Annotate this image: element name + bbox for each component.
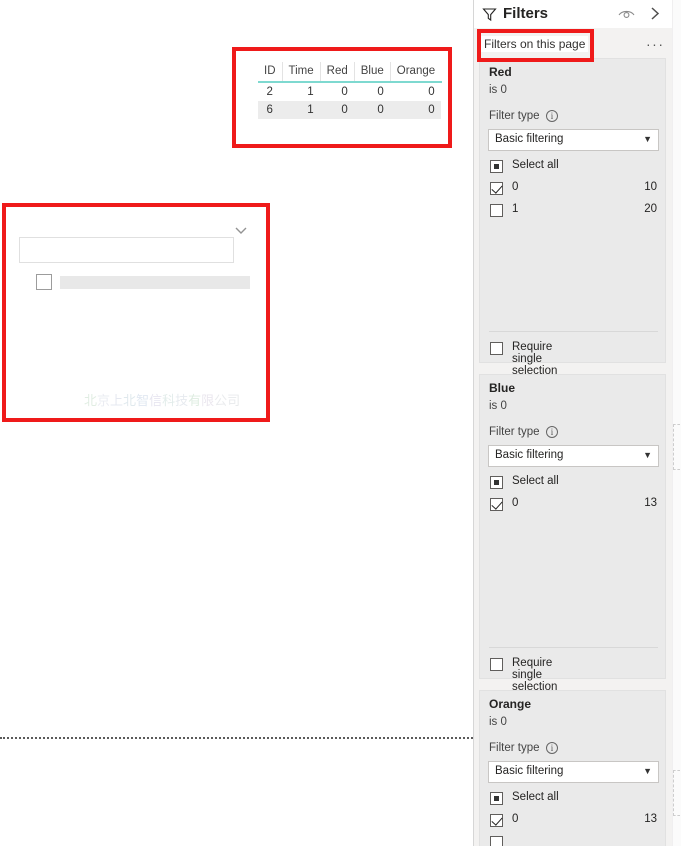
cell-id: 6 [258, 101, 282, 119]
filter-value-row[interactable]: 0 13 [488, 812, 659, 832]
require-single-selection-checkbox[interactable] [490, 342, 503, 355]
chevron-down-icon: ▼ [643, 450, 652, 460]
chevron-down-icon: ▼ [643, 766, 652, 776]
adjacent-card-outline [673, 424, 680, 470]
filters-scroll-area: Red is 0 Filter type i Basic filtering ▼… [474, 58, 681, 846]
select-all-label: Select all [512, 475, 559, 487]
filters-pane-header: Filters [474, 0, 681, 28]
filter-value-label: 0 [512, 497, 519, 509]
filter-value-label: 0 [512, 813, 519, 825]
cell-blue: 0 [377, 86, 384, 98]
filter-value-checkbox[interactable] [490, 498, 503, 511]
report-canvas: ID Time Red Blue Orange 2 1 0 0 0 6 1 0 … [0, 0, 473, 846]
filter-value-count: 13 [644, 813, 657, 825]
filter-value-count: 13 [644, 497, 657, 509]
filter-type-value: Basic filtering [495, 133, 564, 145]
more-options-icon[interactable]: ··· [646, 36, 665, 52]
cell-time: 1 [307, 86, 314, 98]
card-divider [489, 647, 658, 648]
table-row[interactable]: 2 1 0 0 0 [258, 82, 441, 101]
select-all-checkbox[interactable] [490, 792, 503, 805]
filter-condition: is 0 [489, 84, 507, 96]
info-icon[interactable]: i [546, 742, 558, 754]
chevron-down-icon: ▼ [643, 134, 652, 144]
adjacent-pane-edge [673, 0, 681, 846]
cell-orange: 0 [428, 86, 435, 98]
filter-type-label: Filter type [489, 742, 540, 754]
filters-pane: Filters Filters on this page ··· Red is … [473, 0, 681, 846]
filter-condition: is 0 [489, 400, 507, 412]
card-divider [489, 331, 658, 332]
filter-type-dropdown[interactable]: Basic filtering ▼ [488, 761, 659, 783]
cell-red: 0 [320, 101, 355, 119]
filter-field-name: Orange [489, 697, 532, 711]
select-all-label: Select all [512, 159, 559, 171]
filters-on-this-page-label: Filters on this page [481, 36, 589, 52]
cell-time: 1 [282, 101, 321, 119]
select-all-row[interactable]: Select all [488, 474, 659, 494]
table-header-row: ID Time Red Blue Orange [258, 62, 442, 83]
require-single-selection-checkbox[interactable] [490, 658, 503, 671]
page-boundary-divider [0, 737, 473, 739]
column-header-orange[interactable]: Orange [390, 62, 442, 83]
select-all-checkbox[interactable] [490, 476, 503, 489]
funnel-icon [482, 7, 497, 22]
filter-type-value: Basic filtering [495, 765, 564, 777]
filter-value-label: 1 [512, 203, 519, 215]
eye-icon[interactable] [618, 8, 635, 21]
filter-type-label: Filter type [489, 110, 540, 122]
column-header-blue[interactable]: Blue [354, 62, 391, 83]
filter-field-name: Red [489, 65, 512, 79]
filter-value-checkbox[interactable] [490, 814, 503, 827]
filter-type-dropdown[interactable]: Basic filtering ▼ [488, 129, 659, 151]
filter-value-label: 0 [512, 181, 519, 193]
table-row[interactable]: 6 1 0 0 0 [258, 101, 442, 119]
filter-value-row[interactable]: 0 13 [488, 496, 659, 516]
app-root: ID Time Red Blue Orange 2 1 0 0 0 6 1 0 … [0, 0, 681, 846]
select-all-row[interactable]: Select all [488, 158, 659, 178]
filter-value-count: 20 [644, 203, 657, 215]
filter-card-orange[interactable]: Orange is 0 Filter type i Basic filterin… [479, 690, 666, 846]
filter-type-label: Filter type [489, 426, 540, 438]
data-table: ID Time Red Blue Orange 2 1 0 0 0 6 1 0 … [258, 62, 442, 119]
select-all-checkbox[interactable] [490, 160, 503, 173]
filter-value-row[interactable]: 1 20 [488, 202, 659, 222]
page-title: Filters [503, 5, 549, 22]
slicer-list-item[interactable] [22, 274, 250, 292]
info-icon[interactable]: i [546, 426, 558, 438]
cell-orange: 0 [390, 101, 442, 119]
column-header-red[interactable]: Red [320, 62, 355, 83]
filter-value-row[interactable]: 0 10 [488, 180, 659, 200]
select-all-row[interactable]: Select all [488, 790, 659, 810]
watermark-text: 北京上北智信科技有限公司 [84, 393, 241, 408]
table-visual[interactable]: ID Time Red Blue Orange 2 1 0 0 0 6 1 0 … [258, 62, 442, 119]
slicer-item-placeholder-bar [60, 276, 250, 289]
cell-id: 2 [266, 86, 273, 98]
filter-condition: is 0 [489, 716, 507, 728]
filter-type-dropdown[interactable]: Basic filtering ▼ [488, 445, 659, 467]
filter-value-checkbox[interactable] [490, 836, 503, 846]
filter-value-count: 10 [644, 181, 657, 193]
filter-type-value: Basic filtering [495, 449, 564, 461]
chevron-right-icon[interactable] [647, 5, 663, 22]
cell-blue: 0 [354, 101, 391, 119]
filter-value-checkbox[interactable] [490, 204, 503, 217]
select-all-label: Select all [512, 791, 559, 803]
slicer-visual[interactable]: 北京上北智信科技有限公司 [12, 212, 260, 414]
require-single-selection-label: Require single selection [512, 657, 558, 693]
slicer-item-checkbox[interactable] [36, 274, 52, 290]
adjacent-card-outline [673, 770, 680, 816]
filter-card-red[interactable]: Red is 0 Filter type i Basic filtering ▼… [479, 58, 666, 377]
filter-card-blue[interactable]: Blue is 0 Filter type i Basic filtering … [479, 374, 666, 693]
filter-field-name: Blue [489, 381, 516, 395]
require-single-selection-label: Require single selection [512, 341, 558, 377]
column-header-id[interactable]: ID [258, 62, 283, 83]
chevron-down-icon[interactable] [234, 223, 248, 237]
filter-value-checkbox[interactable] [490, 182, 503, 195]
slicer-search-input[interactable] [19, 237, 234, 263]
column-header-time[interactable]: Time [282, 62, 321, 83]
cell-red: 0 [341, 86, 348, 98]
info-icon[interactable]: i [546, 110, 558, 122]
filter-value-row[interactable] [488, 834, 659, 846]
